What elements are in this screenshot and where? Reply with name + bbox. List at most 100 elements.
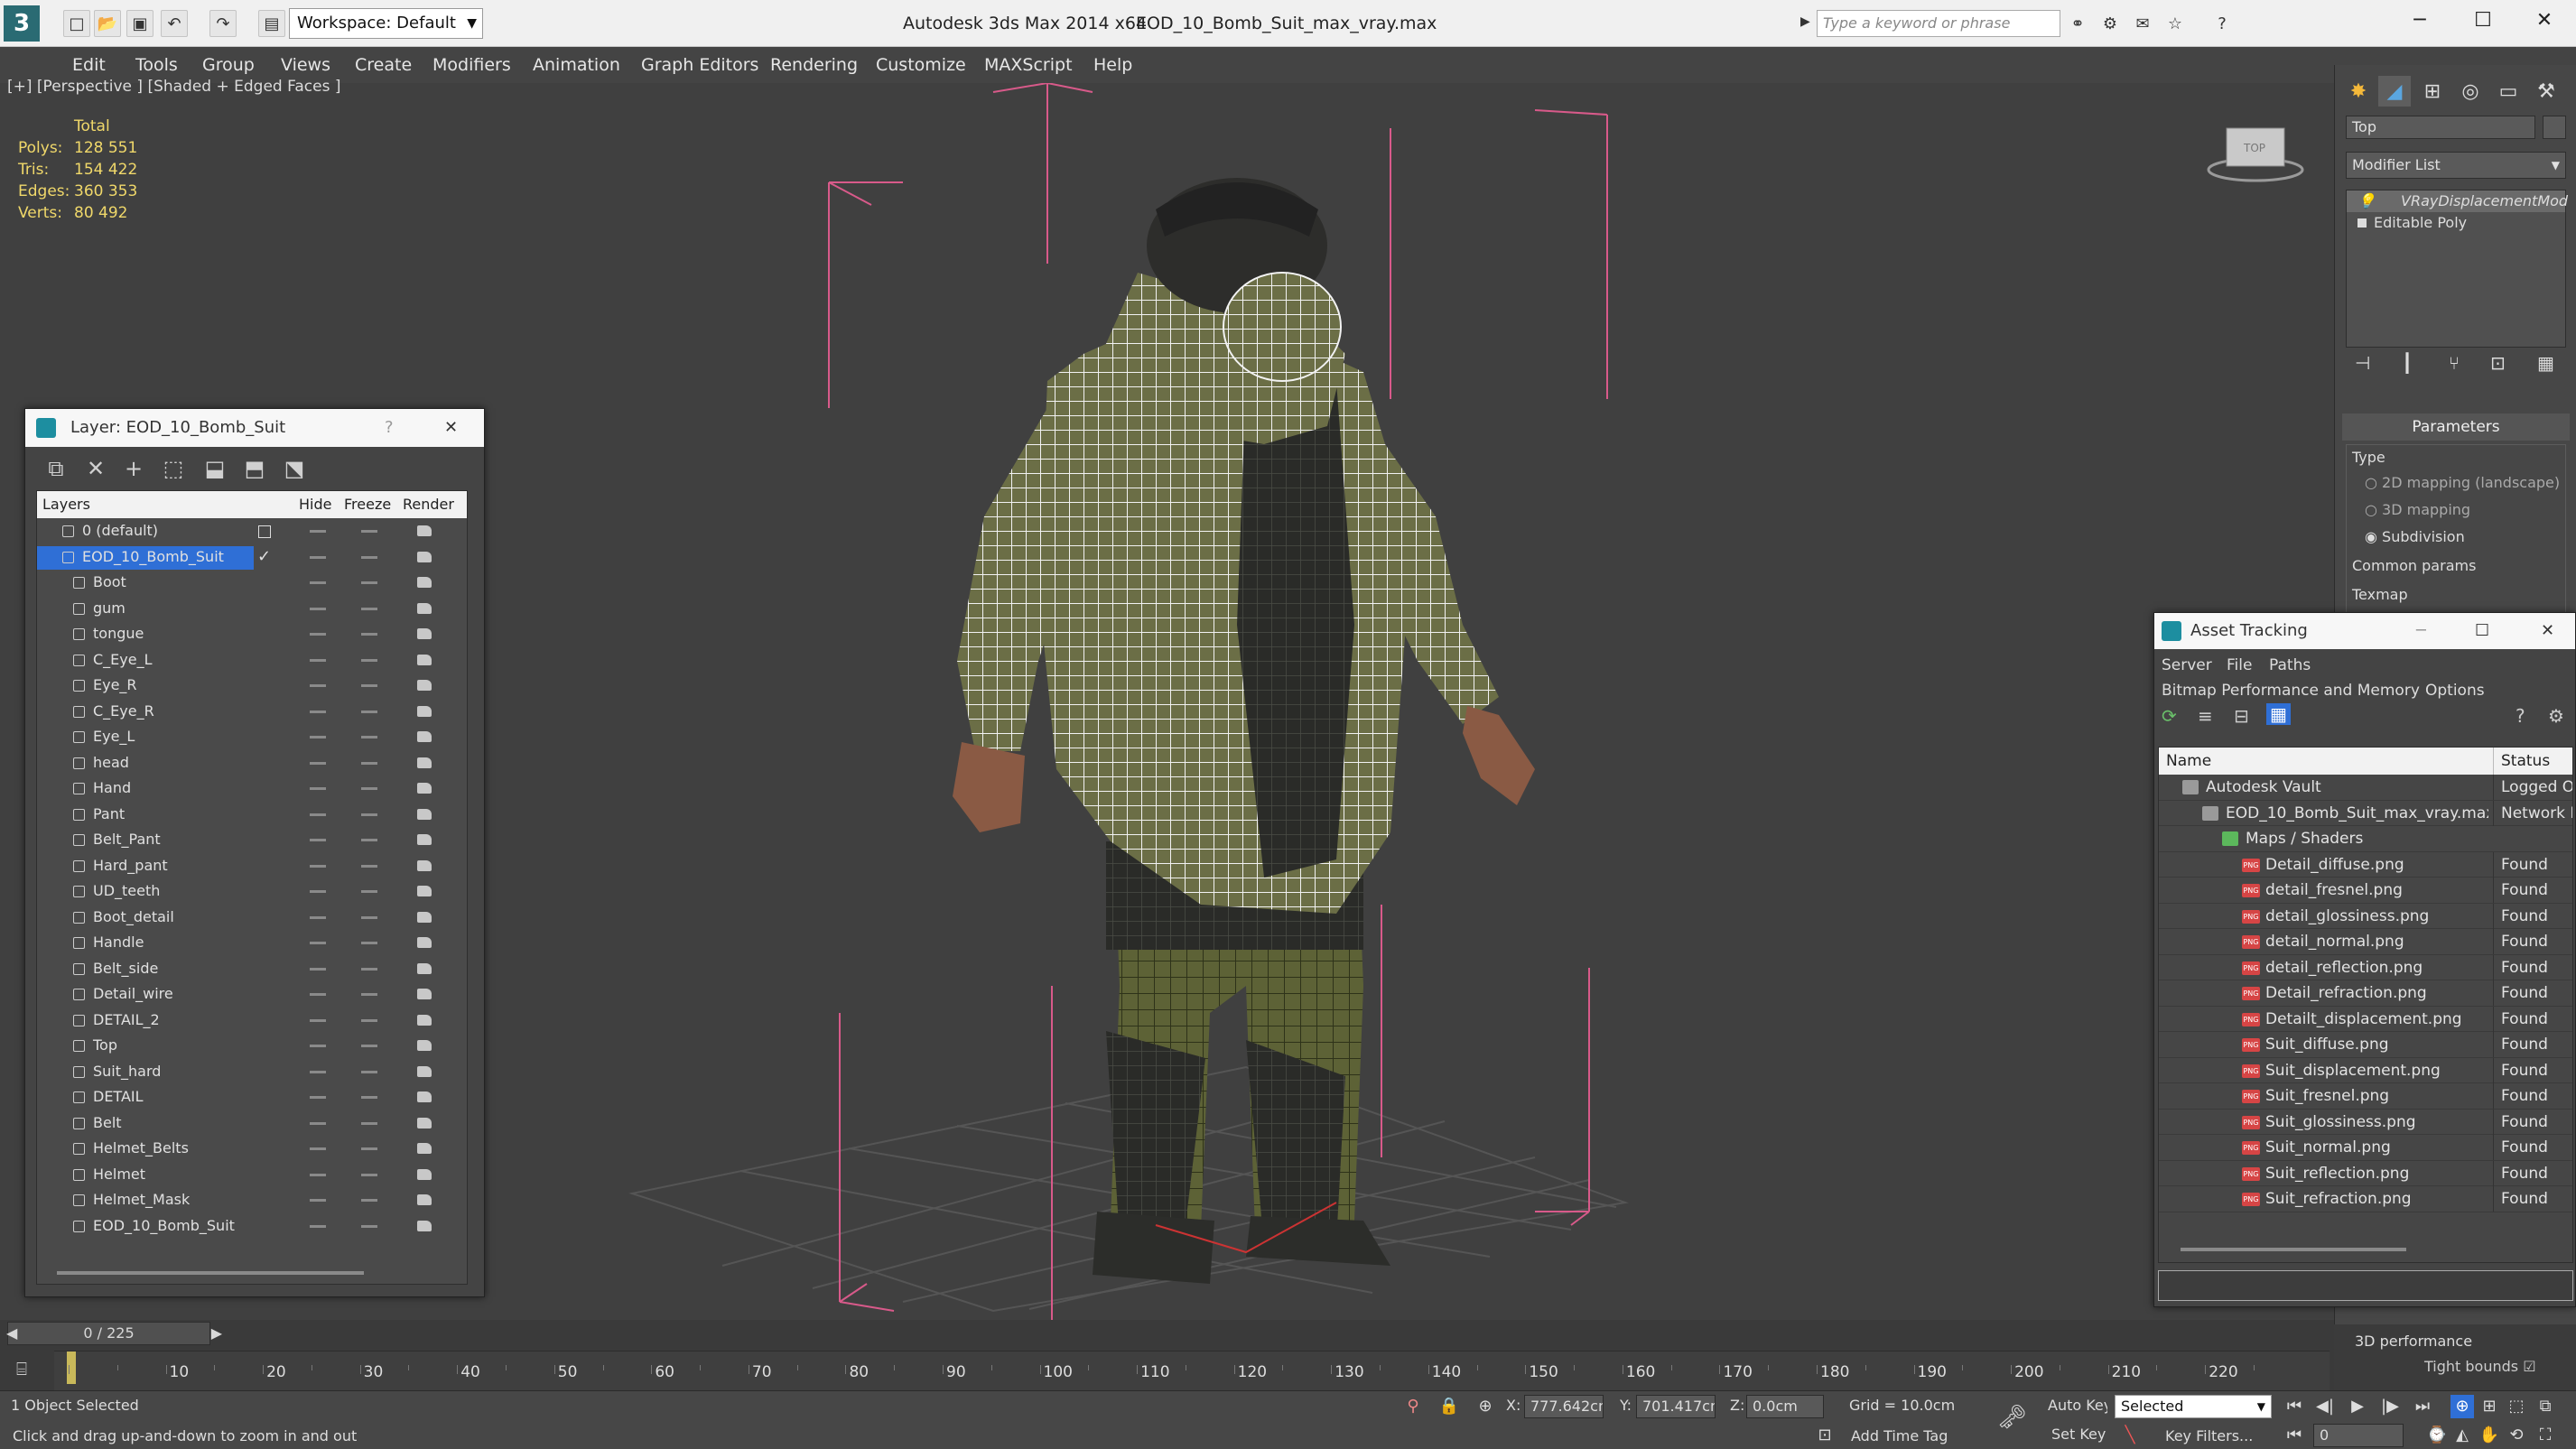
isolate-selection-icon[interactable]: ⚲ [1401, 1395, 1425, 1418]
asset-row[interactable]: PNG detail_fresnel.png Found [2159, 878, 2572, 904]
freeze-toggle[interactable] [361, 1018, 377, 1022]
hide-toggle[interactable] [310, 993, 326, 996]
freeze-toggle[interactable] [361, 1121, 377, 1125]
column-status[interactable]: Status [2493, 748, 2550, 775]
freeze-toggle[interactable] [361, 787, 377, 790]
modifier-list-dropdown[interactable]: Modifier List ▼ [2346, 152, 2566, 179]
layer-row[interactable]: Handle [37, 930, 469, 956]
menu-bitmap-performance[interactable]: Bitmap Performance and Memory [2162, 682, 2420, 700]
render-toggle-icon[interactable] [417, 731, 432, 742]
help-icon[interactable]: ? [2209, 10, 2236, 37]
menu-help[interactable]: Help [1093, 47, 1132, 83]
column-freeze[interactable]: Freeze [344, 491, 391, 518]
freeze-toggle[interactable] [361, 555, 377, 559]
highlight-layer-icon[interactable]: ⬓ [202, 456, 228, 481]
freeze-toggle[interactable] [361, 581, 377, 584]
key-filters-button[interactable]: Key Filters... [2165, 1427, 2253, 1444]
layer-row[interactable]: Detail_wire [37, 981, 469, 1008]
render-toggle-icon[interactable] [417, 783, 432, 794]
freeze-toggle[interactable] [361, 684, 377, 687]
freeze-toggle[interactable] [361, 633, 377, 636]
layer-row[interactable]: Helmet_Mask [37, 1187, 469, 1213]
select-in-layer-icon[interactable]: ⬚ [161, 456, 186, 481]
set-key-icon[interactable]: 🗝 [1997, 1406, 2027, 1429]
hide-toggle[interactable] [310, 658, 326, 662]
menu-file[interactable]: File [2227, 656, 2252, 674]
render-toggle-icon[interactable] [417, 1091, 432, 1102]
project-folder-icon[interactable]: ▤ [258, 10, 285, 37]
asset-tracking-titlebar[interactable]: Asset Tracking ─ ☐ ✕ [2154, 613, 2575, 649]
layer-row[interactable]: Eye_L [37, 724, 469, 750]
render-toggle-icon[interactable] [417, 1143, 432, 1154]
maximize-button[interactable]: ☐ [2475, 613, 2489, 649]
delete-layer-icon[interactable]: ✕ [83, 456, 108, 481]
layer-row[interactable]: Boot_detail [37, 905, 469, 931]
layer-row[interactable]: Belt [37, 1110, 469, 1137]
layer-row[interactable]: C_Eye_R [37, 699, 469, 725]
freeze-toggle[interactable] [361, 942, 377, 944]
hide-toggle[interactable] [310, 684, 326, 687]
hide-toggle[interactable] [310, 942, 326, 944]
minimize-button[interactable]: ─ [2388, 0, 2451, 42]
asset-row[interactable]: PNG detail_glossiness.png Found [2159, 903, 2572, 929]
object-name-field[interactable]: Top [2346, 116, 2535, 139]
render-toggle-icon[interactable] [417, 1168, 432, 1180]
communication-icon[interactable]: ✉ [2129, 10, 2156, 37]
layer-row[interactable]: Suit_hard [37, 1059, 469, 1085]
hide-toggle[interactable] [310, 607, 326, 610]
hide-toggle[interactable] [310, 864, 326, 868]
menu-customize[interactable]: Customize [876, 47, 966, 83]
time-slider[interactable]: ◀ 0 / 225 ▶ [6, 1322, 222, 1345]
freeze-toggle[interactable] [361, 839, 377, 841]
settings-icon[interactable]: ⚙ [2548, 705, 2564, 727]
next-frame-icon[interactable]: ▶ [211, 1323, 222, 1344]
pan-view-icon[interactable]: ✋ [2478, 1424, 2501, 1447]
asset-row[interactable]: PNG Detailt_displacement.png Found [2159, 1006, 2572, 1032]
hide-toggle[interactable] [310, 813, 326, 816]
key-mode-dropdown[interactable]: Selected ▼ [2115, 1395, 2272, 1418]
asset-row[interactable]: PNG detail_normal.png Found [2159, 929, 2572, 955]
hide-toggle[interactable] [310, 1121, 326, 1125]
render-toggle-icon[interactable] [417, 962, 432, 974]
render-toggle-icon[interactable] [417, 1220, 432, 1231]
current-layer-check-icon[interactable]: ✓ [257, 544, 271, 570]
column-layers[interactable]: Layers [42, 491, 90, 518]
refresh-icon[interactable]: ⟳ [2162, 705, 2177, 727]
search-arrow-icon[interactable]: ▶ [1800, 14, 1810, 29]
hide-toggle[interactable] [310, 1199, 326, 1202]
save-file-icon[interactable]: ▣ [126, 10, 153, 37]
close-button[interactable]: ✕ [2513, 0, 2576, 42]
freeze-toggle[interactable] [361, 1096, 377, 1099]
freeze-toggle[interactable] [361, 967, 377, 971]
render-toggle-icon[interactable] [417, 937, 432, 948]
remove-modifier-icon[interactable]: ⊡ [2490, 352, 2506, 374]
asset-row[interactable]: EOD_10_Bomb_Suit_max_vray.max Network P [2159, 800, 2572, 826]
current-layer-checkbox[interactable] [258, 525, 271, 538]
help-button[interactable]: ? [385, 409, 394, 447]
go-to-end-icon[interactable]: ⏭ [2411, 1395, 2434, 1418]
render-toggle-icon[interactable] [417, 628, 432, 639]
zoom-icon[interactable]: ⊕ [2450, 1395, 2474, 1418]
binoculars-icon[interactable]: ⚭ [2064, 10, 2091, 37]
layer-row[interactable]: UD_teeth [37, 878, 469, 905]
hide-toggle[interactable] [310, 787, 326, 790]
layer-row[interactable]: 0 (default) [37, 518, 469, 544]
hide-toggle[interactable] [310, 915, 326, 919]
render-toggle-icon[interactable] [417, 911, 432, 923]
freeze-toggle[interactable] [361, 710, 377, 713]
parameters-rollout-header[interactable]: Parameters [2342, 413, 2570, 441]
layer-row[interactable]: Hand [37, 776, 469, 802]
hide-toggle[interactable] [310, 581, 326, 584]
hide-toggle[interactable] [310, 633, 326, 636]
freeze-toggle[interactable] [361, 1147, 377, 1150]
asset-row[interactable]: PNG Suit_refraction.png Found [2159, 1186, 2572, 1212]
set-key-button[interactable]: Set Key [2046, 1424, 2107, 1447]
asset-path-field[interactable] [2158, 1270, 2573, 1301]
utilities-icon[interactable]: ⚒ [2530, 76, 2562, 107]
freeze-toggle[interactable] [361, 1224, 377, 1228]
render-toggle-icon[interactable] [417, 680, 432, 691]
layer-row[interactable]: Belt_side [37, 956, 469, 982]
render-toggle-icon[interactable] [417, 1194, 432, 1205]
play-icon[interactable]: ▶ [2346, 1395, 2369, 1418]
menu-rendering[interactable]: Rendering [770, 47, 858, 83]
